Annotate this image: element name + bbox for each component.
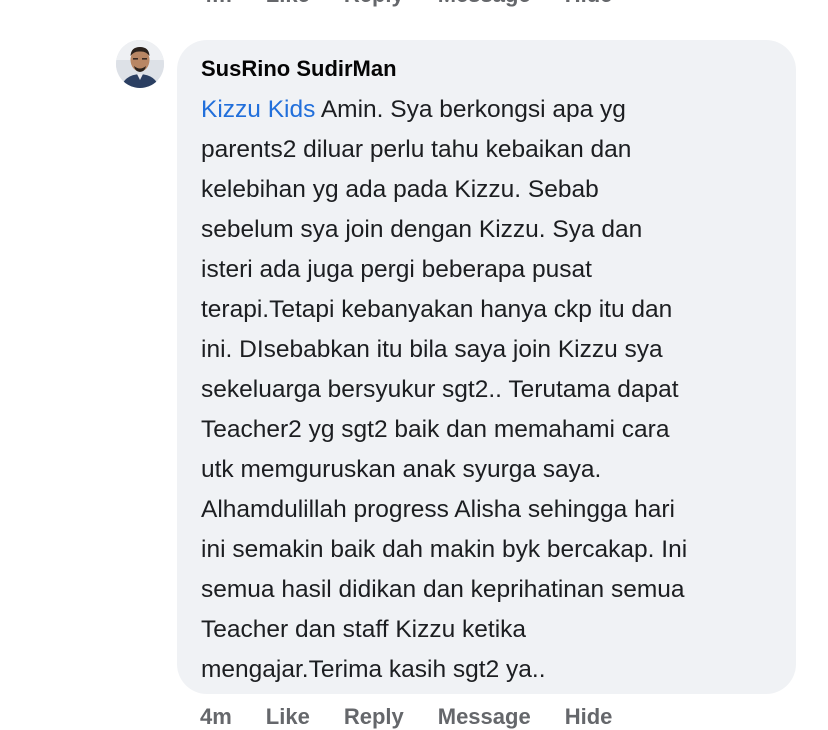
comment-actions: 4m Like Reply Message Hide	[200, 704, 646, 730]
reply-link[interactable]: Reply	[344, 0, 404, 8]
hide-link[interactable]: Hide	[565, 0, 613, 8]
comment-line: Teacher dan staff Kizzu ketika	[201, 616, 527, 643]
comment-line: terapi.Tetapi kebanyakan hanya ckp itu d…	[201, 296, 673, 323]
hide-link[interactable]: Hide	[565, 704, 613, 730]
profile-photo-icon	[116, 40, 164, 88]
comment-line: kelebihan yg ada pada Kizzu. Sebab	[201, 176, 599, 203]
comment-line: Kizzu Kids Amin. Sya berkongsi apa yg	[201, 96, 626, 123]
like-link[interactable]: Like	[266, 704, 310, 730]
comment-line: sekeluarga bersyukur sgt2.. Terutama dap…	[201, 376, 679, 403]
comment-line: utk memguruskan anak syurga saya.	[201, 456, 602, 483]
mention-link[interactable]: Kizzu Kids	[201, 96, 315, 123]
comment-author[interactable]: SusRino SudirMan	[201, 56, 772, 82]
comment-time: 4m	[200, 704, 232, 729]
comment-time: 4m	[200, 0, 232, 8]
comment-line: sebelum sya join dengan Kizzu. Sya dan	[201, 216, 643, 243]
comment-line: Teacher2 yg sgt2 baik dan memahami cara	[201, 416, 670, 443]
reply-link[interactable]: Reply	[344, 704, 404, 730]
comment-line: semua hasil didikan dan keprihatinan sem…	[201, 576, 685, 603]
previous-comment-actions: 4m Like Reply Message Hide	[200, 0, 646, 8]
avatar[interactable]	[116, 40, 164, 88]
comment-line: ini semakin baik dah makin byk bercakap.…	[201, 536, 688, 563]
comment-line: ini. DIsebabkan itu bila saya join Kizzu…	[201, 336, 663, 363]
comment-line: Alhamdulillah progress Alisha sehingga h…	[201, 496, 675, 523]
comment-line: mengajar.Terima kasih sgt2 ya..	[201, 656, 546, 683]
like-link[interactable]: Like	[266, 0, 310, 8]
comment-line: isteri ada juga pergi beberapa pusat	[201, 256, 592, 283]
comment-bubble: SusRino SudirMan Kizzu Kids Amin. Sya be…	[177, 40, 796, 694]
comment-line: parents2 diluar perlu tahu kebaikan dan	[201, 136, 632, 163]
message-link[interactable]: Message	[438, 704, 531, 730]
comment-body: Kizzu Kids Amin. Sya berkongsi apa yg pa…	[201, 90, 779, 690]
message-link[interactable]: Message	[438, 0, 531, 8]
